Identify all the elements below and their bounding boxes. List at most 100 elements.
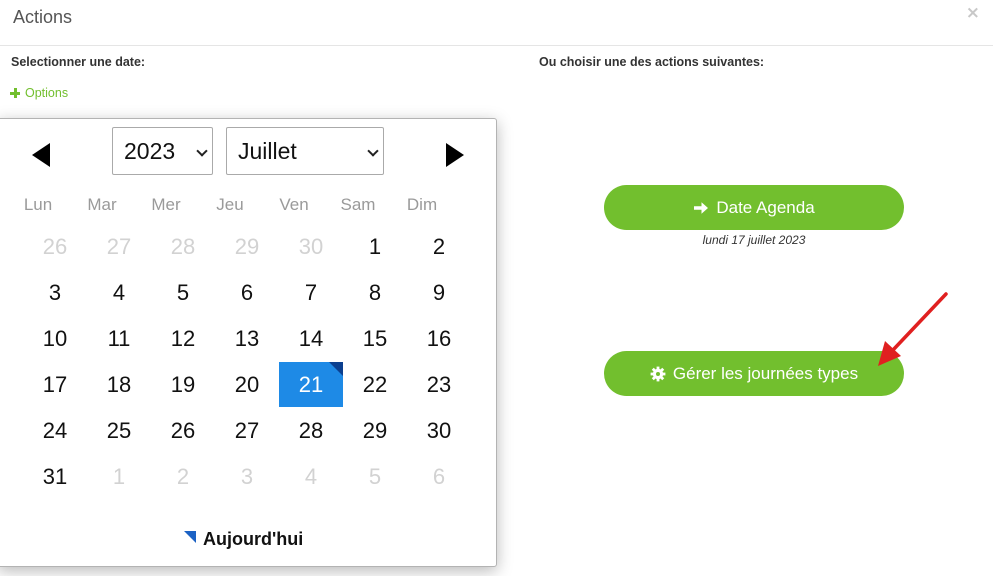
gear-icon (650, 366, 666, 381)
day-number: 6 (432, 464, 446, 489)
day-number: 14 (298, 326, 324, 351)
day-number: 22 (362, 372, 388, 397)
day-cell-other-month[interactable]: 1 (87, 454, 151, 499)
day-cell[interactable]: 16 (407, 316, 471, 361)
day-number: 27 (234, 418, 260, 443)
manage-day-types-button[interactable]: Gérer les journées types (604, 351, 904, 396)
day-cell-other-month[interactable]: 27 (87, 224, 151, 269)
date-agenda-label: Date Agenda (716, 197, 815, 217)
day-number: 29 (362, 418, 388, 443)
day-number: 12 (170, 326, 196, 351)
month-select[interactable]: Juillet (226, 127, 384, 175)
today-label: Aujourd'hui (203, 529, 304, 549)
day-number: 16 (426, 326, 452, 351)
day-cell[interactable]: 2 (407, 224, 471, 269)
day-cell[interactable]: 20 (215, 362, 279, 407)
day-cell[interactable]: 27 (215, 408, 279, 453)
day-cell[interactable]: 28 (279, 408, 343, 453)
agenda-date-caption: lundi 17 juillet 2023 (702, 233, 806, 247)
day-cell[interactable]: 11 (87, 316, 151, 361)
day-cell[interactable]: 30 (407, 408, 471, 453)
modal-header: Actions × (0, 0, 993, 46)
actions-heading: Ou choisir une des actions suivantes: (539, 55, 765, 69)
modal-title: Actions (13, 7, 73, 27)
day-number: 1 (112, 464, 126, 489)
today-button[interactable]: Aujourd'hui (184, 529, 303, 550)
day-cell[interactable]: 18 (87, 362, 151, 407)
day-number: 2 (432, 234, 446, 259)
day-cell-other-month[interactable]: 5 (343, 454, 407, 499)
prev-month-arrow-icon[interactable] (32, 143, 50, 167)
weekday-label: Jeu (216, 195, 244, 214)
day-number: 15 (362, 326, 388, 351)
day-number: 18 (106, 372, 132, 397)
day-cell-other-month[interactable]: 3 (215, 454, 279, 499)
day-cell[interactable]: 13 (215, 316, 279, 361)
year-value: 2023 (124, 137, 176, 164)
select-date-heading: Selectionner une date: (11, 55, 146, 69)
day-cell-other-month[interactable]: 28 (151, 224, 215, 269)
day-number: 2 (176, 464, 190, 489)
day-number: 13 (234, 326, 260, 351)
day-cell[interactable]: 26 (151, 408, 215, 453)
day-number: 20 (234, 372, 260, 397)
day-number: 24 (42, 418, 68, 443)
day-cell-other-month[interactable]: 30 (279, 224, 343, 269)
day-number: 5 (176, 280, 190, 305)
selected-corner-icon (329, 362, 343, 376)
weekday-label: Ven (279, 195, 309, 214)
day-cell[interactable]: 5 (151, 270, 215, 315)
day-number: 3 (48, 280, 62, 305)
day-cell[interactable]: 8 (343, 270, 407, 315)
day-cell[interactable]: 25 (87, 408, 151, 453)
day-cell[interactable]: 17 (23, 362, 87, 407)
day-number: 21 (298, 372, 324, 397)
day-number: 23 (426, 372, 452, 397)
chevron-down-icon (367, 145, 379, 157)
day-number: 8 (368, 280, 382, 305)
day-number: 30 (298, 234, 324, 259)
options-label: Options (25, 86, 69, 100)
day-cell[interactable]: 7 (279, 270, 343, 315)
day-cell[interactable]: 22 (343, 362, 407, 407)
day-cell[interactable]: 1 (343, 224, 407, 269)
day-cell[interactable]: 3 (23, 270, 87, 315)
day-cell[interactable]: 31 (23, 454, 87, 499)
datepicker: 2023 Juillet Lun Mar Mer Jeu Ven Sam Dim 26 27 2… (0, 118, 497, 567)
day-cell[interactable]: 15 (343, 316, 407, 361)
day-number: 31 (42, 464, 68, 489)
manage-day-types-label: Gérer les journées types (672, 363, 859, 383)
corner-marker-icon (184, 530, 196, 543)
day-cell-other-month[interactable]: 2 (151, 454, 215, 499)
day-cell-other-month[interactable]: 29 (215, 224, 279, 269)
day-cell-other-month[interactable]: 26 (23, 224, 87, 269)
day-number: 4 (112, 280, 126, 305)
next-month-arrow-icon[interactable] (446, 143, 464, 167)
day-cell[interactable]: 14 (279, 316, 343, 361)
day-cell[interactable]: 29 (343, 408, 407, 453)
day-cell-other-month[interactable]: 6 (407, 454, 471, 499)
date-agenda-button[interactable]: Date Agenda (604, 185, 904, 230)
day-cell[interactable]: 4 (87, 270, 151, 315)
chevron-down-icon (196, 145, 208, 157)
day-cell-selected[interactable]: 21 (279, 362, 343, 407)
day-cell[interactable]: 6 (215, 270, 279, 315)
day-number: 28 (170, 234, 196, 259)
day-cell-other-month[interactable]: 4 (279, 454, 343, 499)
day-cell[interactable]: 24 (23, 408, 87, 453)
plus-icon (10, 88, 20, 98)
day-number: 29 (234, 234, 260, 259)
options-link[interactable]: Options (10, 86, 68, 100)
close-button[interactable]: × (966, 4, 980, 22)
day-number: 28 (298, 418, 324, 443)
day-number: 11 (107, 326, 131, 351)
day-cell[interactable]: 12 (151, 316, 215, 361)
day-cell[interactable]: 10 (23, 316, 87, 361)
day-number: 30 (426, 418, 452, 443)
day-number: 3 (240, 464, 254, 489)
day-cell[interactable]: 19 (151, 362, 215, 407)
day-cell[interactable]: 23 (407, 362, 471, 407)
year-select[interactable]: 2023 (112, 127, 213, 175)
day-cell[interactable]: 9 (407, 270, 471, 315)
day-number: 7 (304, 280, 318, 305)
